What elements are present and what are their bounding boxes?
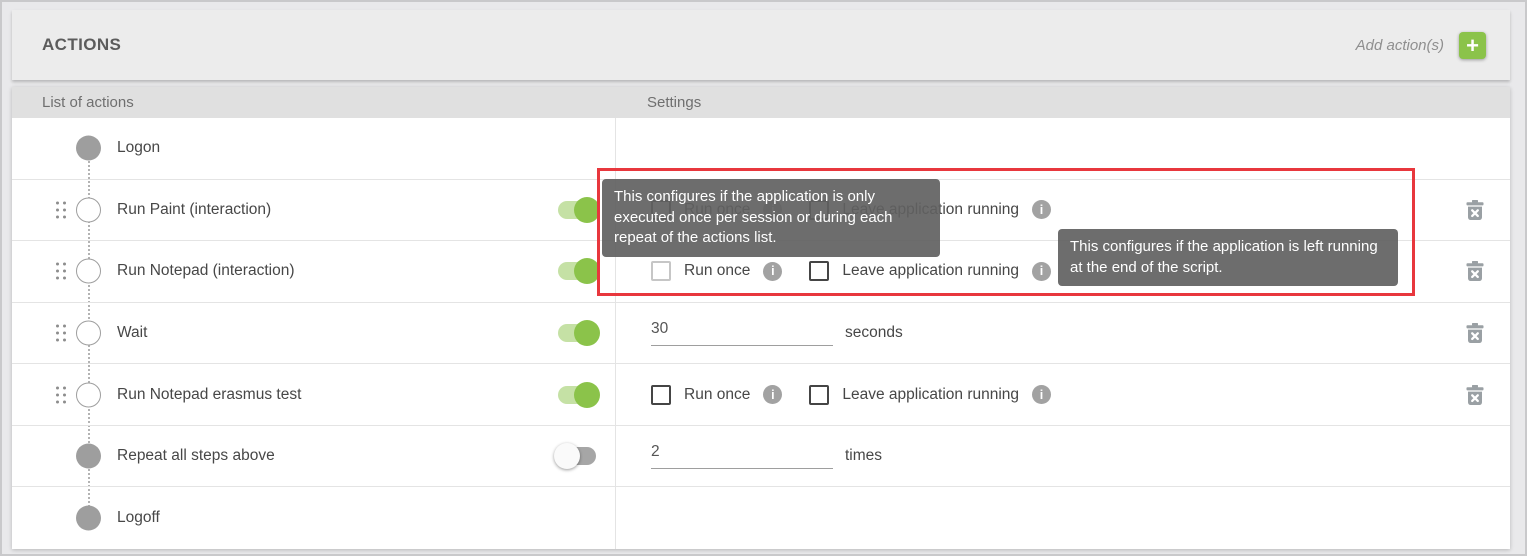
action-toggle[interactable] — [553, 319, 601, 347]
row-settings — [616, 487, 1510, 549]
action-node-icon — [76, 320, 101, 345]
action-row-repeat: Repeat all steps above 2 times — [12, 426, 1510, 488]
info-icon[interactable]: i — [1032, 200, 1051, 219]
drag-handle-icon[interactable] — [56, 324, 66, 341]
trash-icon — [1466, 200, 1484, 220]
delete-action-button[interactable] — [1466, 323, 1484, 343]
trash-icon — [1466, 261, 1484, 281]
action-cell: Wait — [12, 303, 615, 364]
add-actions-label: Add action(s) — [1356, 37, 1444, 54]
action-cell: Run Notepad erasmus test — [12, 364, 615, 425]
checkbox-label-leave-application-running: Leave application running — [842, 386, 1019, 404]
tooltip-run-once: This configures if the application is on… — [602, 179, 940, 257]
action-cell: Repeat all steps above — [12, 426, 615, 487]
action-node-icon — [76, 197, 101, 222]
action-row-logoff: Logoff — [12, 487, 1510, 549]
trash-icon — [1466, 323, 1484, 343]
action-node-icon — [76, 136, 101, 161]
checkbox-group-leave-application-running: Leave application running i — [809, 385, 1051, 405]
panel-header: ACTIONS Add action(s) + — [12, 10, 1510, 80]
action-node-icon — [76, 259, 101, 284]
tooltip-leave-running: This configures if the application is le… — [1058, 229, 1398, 286]
checkbox-run-once[interactable] — [651, 261, 671, 281]
action-node-icon — [76, 506, 101, 531]
delete-action-button[interactable] — [1466, 200, 1484, 220]
settings-unit-label: seconds — [845, 324, 903, 342]
add-action-button[interactable]: + — [1459, 32, 1486, 59]
drag-handle-icon[interactable] — [56, 386, 66, 403]
page-title: ACTIONS — [42, 35, 121, 55]
drag-handle-icon[interactable] — [56, 201, 66, 218]
delete-action-button[interactable] — [1466, 261, 1484, 281]
action-label: Wait — [117, 324, 147, 342]
action-label: Repeat all steps above — [117, 447, 275, 465]
checkbox-group-run-once: Run once i — [651, 261, 782, 281]
row-settings — [616, 118, 1510, 179]
row-settings: 30 seconds — [616, 303, 1510, 364]
actions-panel: ACTIONS Add action(s) + List of actions … — [0, 0, 1527, 556]
action-toggle[interactable] — [553, 196, 601, 224]
column-header-settings: Settings — [647, 94, 701, 111]
plus-icon: + — [1466, 33, 1479, 58]
action-cell: Run Notepad (interaction) — [12, 241, 615, 302]
action-row-logon: Logon — [12, 118, 1510, 180]
column-header-row: List of actions Settings — [12, 87, 1510, 118]
actions-table: List of actions Settings Logon Run Paint… — [12, 87, 1510, 549]
action-node-icon — [76, 382, 101, 407]
action-cell: Run Paint (interaction) — [12, 180, 615, 241]
row-settings: 2 times — [616, 426, 1510, 487]
settings-input-wait[interactable]: 30 — [651, 320, 833, 346]
action-toggle[interactable] — [553, 442, 601, 470]
row-settings: Run once i Leave application running i — [616, 364, 1510, 425]
column-header-list: List of actions — [12, 94, 134, 111]
action-label: Logon — [117, 139, 160, 157]
settings-input-repeat[interactable]: 2 — [651, 443, 833, 469]
action-label: Run Notepad erasmus test — [117, 386, 301, 404]
checkbox-run-once[interactable] — [651, 385, 671, 405]
info-icon[interactable]: i — [1032, 385, 1051, 404]
action-toggle[interactable] — [553, 257, 601, 285]
checkbox-leave-application-running[interactable] — [809, 385, 829, 405]
checkbox-group-run-once: Run once i — [651, 385, 782, 405]
action-toggle[interactable] — [553, 381, 601, 409]
action-cell: Logoff — [12, 487, 615, 549]
checkbox-label-run-once: Run once — [684, 386, 750, 404]
delete-action-button[interactable] — [1466, 385, 1484, 405]
checkbox-label-run-once: Run once — [684, 262, 750, 280]
info-icon[interactable]: i — [1032, 262, 1051, 281]
action-node-icon — [76, 444, 101, 469]
checkbox-label-leave-application-running: Leave application running — [842, 262, 1019, 280]
info-icon[interactable]: i — [763, 262, 782, 281]
header-actions: Add action(s) + — [1356, 32, 1486, 59]
trash-icon — [1466, 385, 1484, 405]
checkbox-group-leave-application-running: Leave application running i — [809, 261, 1051, 281]
action-row-run-notepad-erasmus: Run Notepad erasmus test Run onceiLeave … — [12, 364, 1510, 426]
action-row-wait: Wait 30 seconds — [12, 303, 1510, 365]
info-icon[interactable]: i — [763, 385, 782, 404]
action-cell: Logon — [12, 118, 615, 179]
action-label: Logoff — [117, 509, 160, 527]
checkbox-leave-application-running[interactable] — [809, 261, 829, 281]
action-label: Run Notepad (interaction) — [117, 262, 295, 280]
settings-unit-label: times — [845, 447, 882, 465]
action-label: Run Paint (interaction) — [117, 201, 271, 219]
drag-handle-icon[interactable] — [56, 263, 66, 280]
